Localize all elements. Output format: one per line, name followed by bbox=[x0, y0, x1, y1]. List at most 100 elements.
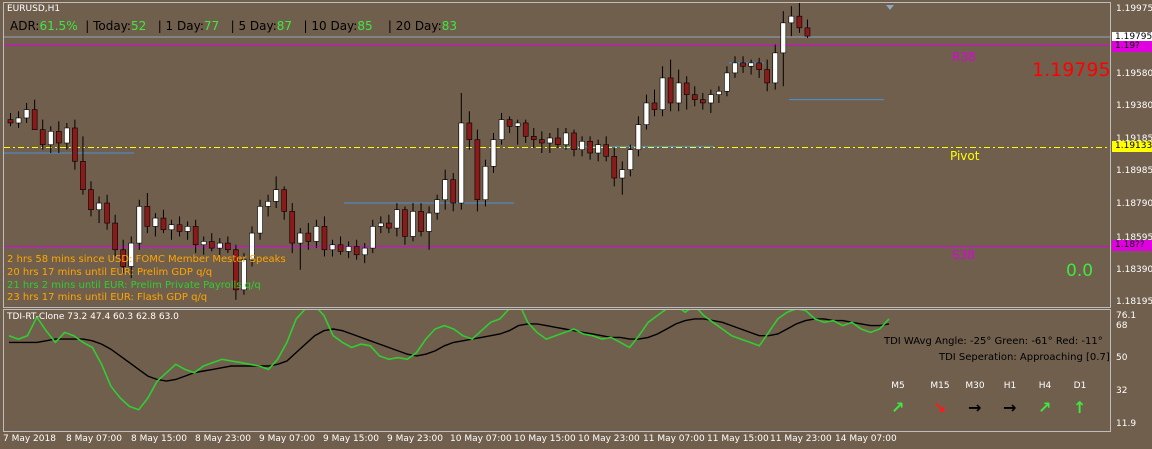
time-tick: 9 May 15:00 bbox=[323, 434, 379, 444]
d10-label: | 10 Day: bbox=[303, 19, 358, 33]
time-tick: 7 May 2018 bbox=[3, 434, 56, 444]
pivot-label: Pivot bbox=[950, 149, 980, 163]
adr-value: 61.5% bbox=[39, 19, 78, 33]
indicator-tick: 11.9 bbox=[1116, 419, 1137, 429]
h4-arrow-up-right-icon: ↗ bbox=[1038, 398, 1052, 417]
candle-body bbox=[740, 62, 746, 67]
d10-value: 85 bbox=[357, 19, 373, 33]
candle-body bbox=[96, 202, 102, 211]
candle-body bbox=[176, 224, 183, 232]
candle-body bbox=[579, 141, 585, 150]
timeframe-label-m30: M30 bbox=[965, 381, 985, 391]
time-tick: 11 May 23:00 bbox=[770, 434, 832, 444]
candle-body bbox=[563, 132, 569, 145]
h1-arrow-right-icon: → bbox=[1003, 398, 1017, 417]
tdi-angle-text: TDI WAvg Angle: -25° Green: -61° Red: -1… bbox=[884, 336, 1103, 347]
candle-body bbox=[780, 22, 787, 54]
candle-body bbox=[200, 241, 207, 246]
candle-body bbox=[555, 137, 561, 145]
candle-body bbox=[466, 122, 473, 140]
zero-value: 0.0 bbox=[1066, 261, 1094, 281]
candle-body bbox=[716, 90, 722, 95]
news-line-3: 21 hrs 2 mins until EUR: Prelim Private … bbox=[7, 280, 261, 291]
candle-body bbox=[361, 247, 368, 256]
candle-body bbox=[80, 161, 86, 191]
candle-body bbox=[7, 119, 14, 124]
candle-body bbox=[345, 246, 352, 252]
s38-label: S38 bbox=[952, 248, 975, 262]
symbol-title: EURUSD,H1 bbox=[7, 4, 61, 14]
indicator-title: TDI-RT-Clone 73.2 47.4 60.3 62.8 63.0 bbox=[7, 312, 179, 322]
candle-body bbox=[474, 139, 481, 201]
d1-value: 77 bbox=[203, 19, 220, 33]
candle-body bbox=[619, 169, 626, 179]
timeframe-label-m15: M15 bbox=[930, 381, 950, 391]
candle-body bbox=[313, 226, 320, 242]
d1-arrow-up-icon: ↑ bbox=[1073, 398, 1087, 417]
candle-body bbox=[152, 217, 159, 227]
candle-body bbox=[595, 144, 601, 154]
current-price-display: 1.19795 bbox=[1032, 59, 1111, 81]
candle-body bbox=[208, 241, 215, 249]
candle-body bbox=[611, 156, 618, 179]
price-tick: 1.19380 bbox=[1116, 101, 1152, 111]
time-tick: 14 May 07:00 bbox=[835, 434, 897, 444]
timeframe-label-h4: H4 bbox=[1038, 381, 1052, 391]
news-line-4: 23 hrs 17 mins until EUR: Flash GDP q/q bbox=[7, 292, 208, 303]
candle-body bbox=[394, 209, 400, 229]
candle-body bbox=[289, 211, 296, 244]
price-axis[interactable] bbox=[1111, 0, 1152, 449]
candle-body bbox=[498, 119, 505, 140]
candle-body bbox=[104, 202, 110, 224]
candle-body bbox=[64, 127, 70, 144]
mt4-chart-window: EURUSD,H1 ADR:61.5% | Today:52 | 1 Day:7… bbox=[0, 0, 1152, 449]
candle-body bbox=[377, 222, 384, 227]
candle-body bbox=[788, 15, 795, 24]
s38-price-tag: 1.18?? bbox=[1112, 240, 1152, 251]
today-value: 52 bbox=[130, 19, 147, 33]
d5-label: | 5 Day: bbox=[230, 19, 277, 33]
timeframe-label-d1: D1 bbox=[1073, 381, 1087, 391]
candle-body bbox=[490, 139, 497, 167]
pivot-price-tag: 1.19133 bbox=[1112, 141, 1152, 152]
candle-body bbox=[217, 242, 223, 249]
candle-body bbox=[47, 131, 54, 145]
d1-label: | 1 Day: bbox=[157, 19, 204, 33]
price-chart-pane[interactable]: EURUSD,H1 ADR:61.5% | Today:52 | 1 Day:7… bbox=[3, 2, 1111, 308]
time-tick: 10 May 23:00 bbox=[578, 434, 640, 444]
candle-body bbox=[353, 246, 360, 256]
price-tick: 1.18985 bbox=[1116, 166, 1152, 176]
time-tick: 11 May 15:00 bbox=[707, 434, 769, 444]
tdi-signal-line bbox=[9, 318, 890, 382]
candle-body bbox=[748, 62, 754, 67]
candle-body bbox=[184, 226, 191, 232]
candle-body bbox=[691, 94, 698, 100]
candle-body bbox=[514, 122, 521, 127]
candle-body bbox=[273, 189, 279, 202]
d20-value: 83 bbox=[441, 19, 457, 33]
price-tick: 1.19975 bbox=[1116, 4, 1152, 14]
candle-body bbox=[225, 242, 231, 251]
candle-body bbox=[281, 189, 288, 212]
m30-arrow-right-icon: → bbox=[968, 398, 982, 417]
price-tick: 1.18390 bbox=[1116, 265, 1152, 275]
candle-body bbox=[434, 199, 440, 214]
candle-body bbox=[160, 217, 167, 231]
time-tick: 10 May 15:00 bbox=[514, 434, 576, 444]
candle-body bbox=[724, 72, 730, 92]
candle-body bbox=[450, 179, 457, 204]
adr-info-bar: ADR:61.5% | Today:52 | 1 Day:77 | 5 Day:… bbox=[10, 19, 457, 33]
candle-body bbox=[635, 124, 642, 150]
candle-body bbox=[772, 52, 779, 84]
d5-value: 87 bbox=[276, 19, 293, 33]
candle-body bbox=[305, 232, 312, 242]
indicator-tick: 50 bbox=[1116, 353, 1128, 363]
time-tick: 9 May 07:00 bbox=[259, 434, 315, 444]
candle-body bbox=[402, 209, 408, 237]
candle-body bbox=[31, 109, 38, 130]
candle-body bbox=[192, 226, 199, 246]
candle-body bbox=[257, 206, 263, 234]
candle-body bbox=[522, 122, 529, 137]
candle-body bbox=[168, 224, 175, 231]
candle-body bbox=[442, 179, 449, 201]
